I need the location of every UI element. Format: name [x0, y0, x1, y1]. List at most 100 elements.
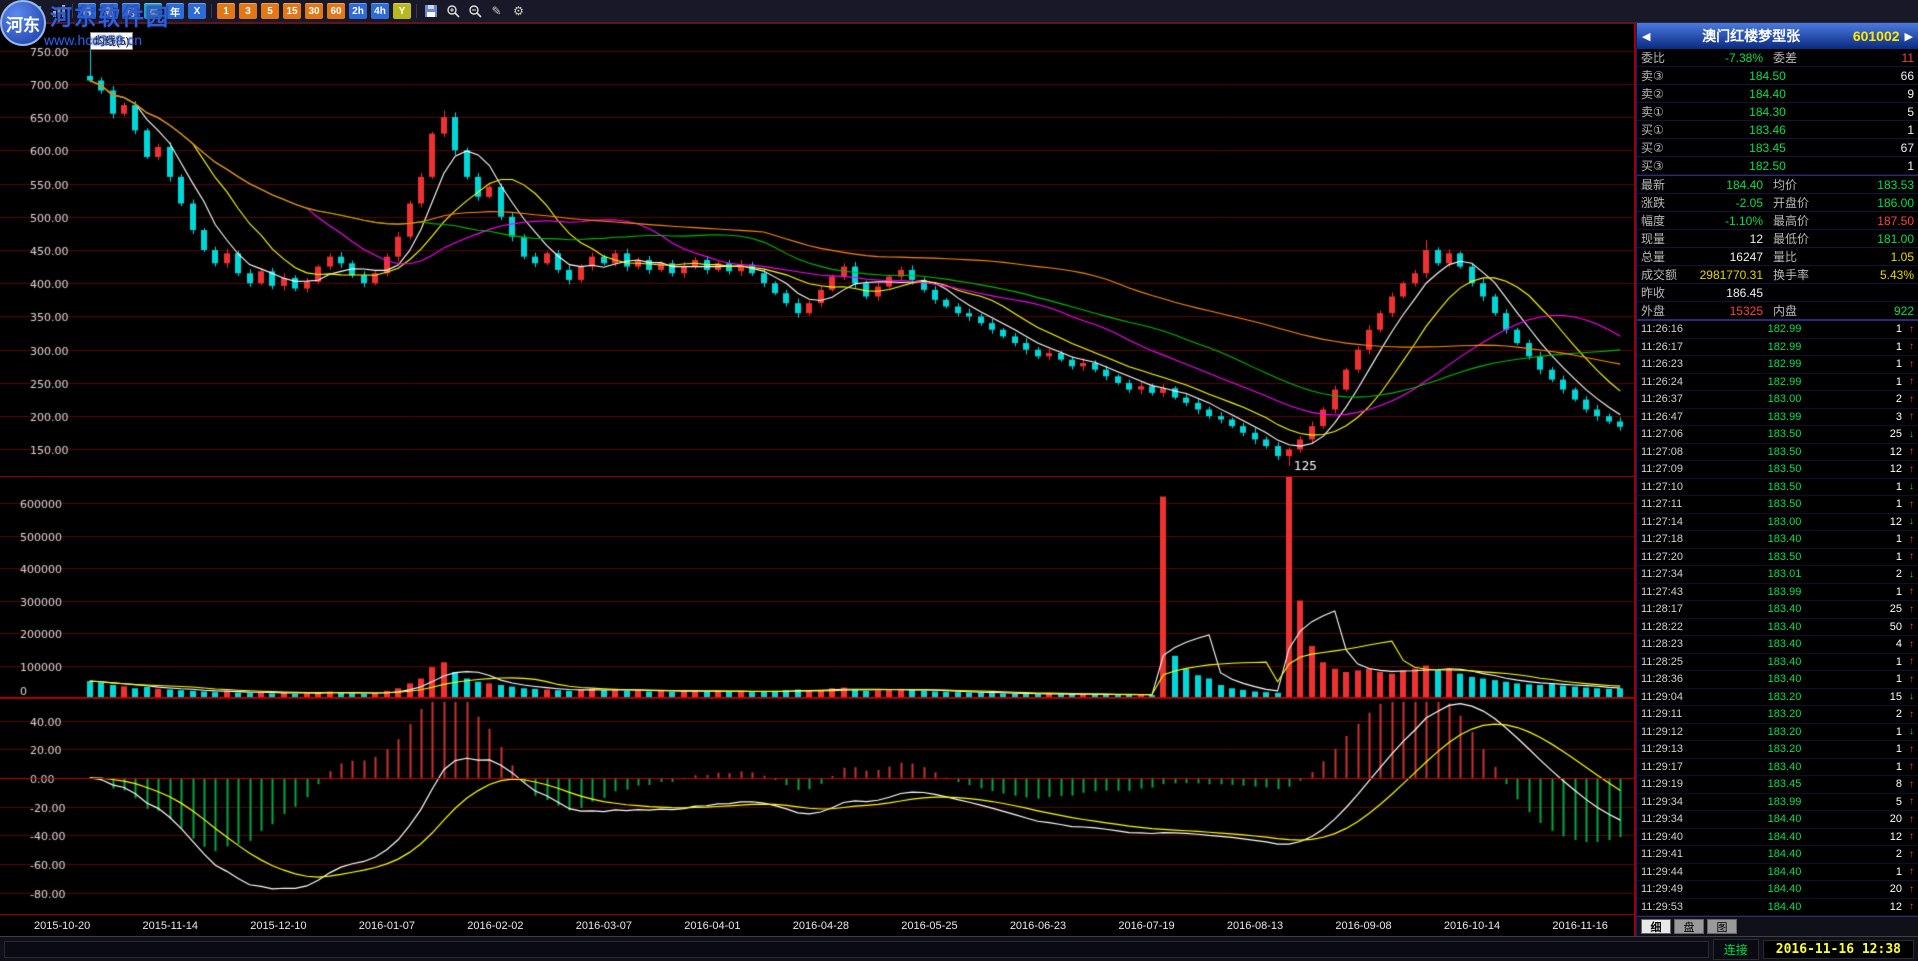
stat-value: 187.50: [1821, 214, 1914, 228]
tick-price: 183.40: [1703, 761, 1866, 773]
tick-price: 183.00: [1703, 393, 1866, 405]
minute-button-1[interactable]: 1: [217, 3, 235, 19]
tick-row: 11:26:24182.991↑: [1637, 374, 1918, 392]
ask-row[interactable]: 卖②184.409: [1637, 85, 1918, 103]
tick-price: 183.40: [1703, 656, 1866, 668]
period-button-季[interactable]: 季: [144, 3, 162, 19]
stock-code: 601002: [1850, 28, 1903, 44]
period-button-月[interactable]: 月: [122, 3, 140, 19]
tick-row: 11:26:23182.991↑: [1637, 356, 1918, 374]
tick-row: 11:29:41184.402↑: [1637, 846, 1918, 864]
tick-row: 11:27:18183.401↑: [1637, 531, 1918, 549]
volume-canvas[interactable]: [0, 477, 1634, 698]
minute-button-30[interactable]: 30: [305, 3, 323, 19]
tick-price: 183.50: [1703, 551, 1866, 563]
minute-button-5[interactable]: 5: [261, 3, 279, 19]
date-tick: 2016-01-07: [359, 920, 415, 932]
save-icon[interactable]: [422, 3, 439, 19]
quote-tab-细[interactable]: 细: [1641, 919, 1671, 934]
stat-value: 181.00: [1821, 232, 1914, 246]
up-arrow-icon: ↑: [1902, 499, 1914, 510]
tick-row: 11:29:04183.2015↓: [1637, 689, 1918, 707]
tick-qty: 25: [1866, 428, 1902, 440]
up-arrow-icon: ↑: [1902, 884, 1914, 895]
minute-button-60[interactable]: 60: [327, 3, 345, 19]
tick-qty: 1: [1866, 726, 1902, 738]
down-arrow-icon: ↓: [1902, 569, 1914, 580]
tick-qty: 3: [1866, 411, 1902, 423]
tick-qty: 1: [1866, 341, 1902, 353]
stat-value: 12: [1691, 232, 1763, 246]
tick-qty: 4: [1866, 638, 1902, 650]
zoom-out-icon[interactable]: [466, 3, 483, 19]
up-arrow-icon: ↑: [1902, 621, 1914, 632]
chart-area: 均线(5) 2015-10-202015-11-142015-12-102016…: [0, 23, 1636, 936]
toolbar-separator: [416, 4, 417, 18]
tick-price: 182.99: [1703, 358, 1866, 370]
period-button-周[interactable]: 周: [100, 3, 118, 19]
tick-row: 11:29:44184.401↑: [1637, 864, 1918, 882]
bid-label: 买③: [1641, 157, 1681, 174]
next-stock-arrow[interactable]: ▶: [1903, 30, 1915, 43]
period-button-年[interactable]: 年: [166, 3, 184, 19]
prev-stock-arrow[interactable]: ◀: [1640, 30, 1652, 43]
inner-lot-value: 922: [1821, 304, 1914, 318]
tick-row: 11:26:16182.991↑: [1637, 321, 1918, 339]
volume-panel: [0, 477, 1634, 699]
connection-status: 连接: [1713, 939, 1759, 960]
macd-canvas[interactable]: [0, 699, 1634, 914]
tick-time: 11:28:36: [1641, 673, 1703, 685]
tick-row: 11:28:17183.4025↑: [1637, 601, 1918, 619]
tick-time: 11:29:11: [1641, 708, 1703, 720]
tick-time: 11:29:04: [1641, 691, 1703, 703]
stat-value: 5.43%: [1821, 268, 1914, 282]
kline-canvas[interactable]: [0, 24, 1634, 476]
tick-qty: 1: [1866, 673, 1902, 685]
trend-chart-icon[interactable]: [6, 3, 23, 19]
edit-icon[interactable]: ✎: [488, 3, 505, 19]
ask-price: 184.30: [1681, 105, 1854, 119]
quote-tab-图[interactable]: 图: [1707, 919, 1737, 934]
quote-tab-盘[interactable]: 盘: [1674, 919, 1704, 934]
stat-value: -2.05: [1691, 196, 1763, 210]
tick-price: 183.50: [1703, 481, 1866, 493]
tick-price: 184.40: [1703, 866, 1866, 878]
bid-row[interactable]: 买③182.501: [1637, 157, 1918, 175]
minute-button-3[interactable]: 3: [239, 3, 257, 19]
tick-time: 11:29:53: [1641, 901, 1703, 913]
quote-tabs: 细盘图: [1637, 916, 1918, 936]
tick-price: 184.40: [1703, 883, 1866, 895]
weicha-label: 委差: [1763, 49, 1821, 66]
weicha-value: 11: [1821, 51, 1914, 65]
settings-gear-icon[interactable]: ⚙: [510, 3, 527, 19]
bars-chart-icon[interactable]: [50, 3, 67, 19]
ask-price: 184.50: [1681, 69, 1854, 83]
minute-button-15[interactable]: 15: [283, 3, 301, 19]
tick-qty: 15: [1866, 691, 1902, 703]
tick-row: 11:29:12183.201↓: [1637, 724, 1918, 742]
minute-button-Y[interactable]: Y: [393, 3, 411, 19]
bid-row[interactable]: 买②183.4567: [1637, 139, 1918, 157]
period-button-X[interactable]: X: [188, 3, 206, 19]
zoom-in-icon[interactable]: [444, 3, 461, 19]
tick-time: 11:28:25: [1641, 656, 1703, 668]
up-arrow-icon: ↑: [1902, 866, 1914, 877]
bid-row[interactable]: 买①183.461: [1637, 121, 1918, 139]
stat-label: 幅度: [1641, 212, 1691, 229]
outer-lot-label: 外盘: [1641, 302, 1691, 319]
status-message-area: [4, 941, 1709, 958]
tick-price: 183.20: [1703, 726, 1866, 738]
tick-price: 183.50: [1703, 446, 1866, 458]
stat-row: 昨收186.45: [1637, 284, 1918, 302]
tick-by-tick-list[interactable]: 11:26:16182.991↑11:26:17182.991↑11:26:23…: [1637, 320, 1918, 916]
ask-row[interactable]: 卖③184.5066: [1637, 67, 1918, 85]
tick-price: 184.40: [1703, 901, 1866, 913]
period-button-日[interactable]: 日: [78, 3, 96, 19]
ask-levels: 卖③184.5066卖②184.409卖①184.305: [1637, 67, 1918, 121]
minute-button-2h[interactable]: 2h: [349, 3, 367, 19]
kline-chart-icon[interactable]: [28, 3, 45, 19]
tick-row: 11:28:36183.401↑: [1637, 671, 1918, 689]
minute-button-4h[interactable]: 4h: [371, 3, 389, 19]
down-arrow-icon: ↓: [1902, 726, 1914, 737]
ask-row[interactable]: 卖①184.305: [1637, 103, 1918, 121]
